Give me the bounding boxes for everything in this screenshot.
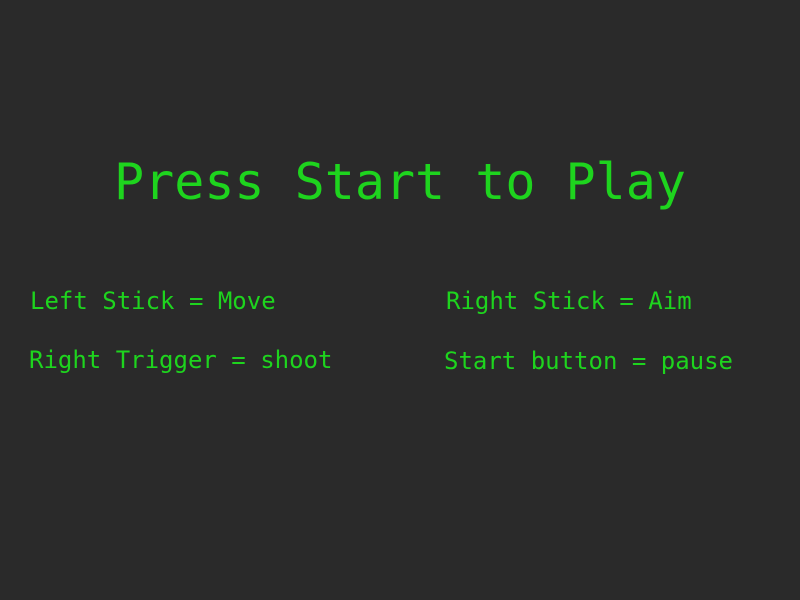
control-hint-start-button: Start button = pause: [444, 347, 733, 375]
control-hint-left-stick: Left Stick = Move: [30, 287, 276, 315]
control-hint-right-trigger: Right Trigger = shoot: [29, 346, 333, 374]
press-start-prompt: Press Start to Play: [114, 153, 686, 211]
control-hint-right-stick: Right Stick = Aim: [446, 287, 692, 315]
game-start-screen: Press Start to Play Left Stick = Move Ri…: [0, 0, 800, 600]
